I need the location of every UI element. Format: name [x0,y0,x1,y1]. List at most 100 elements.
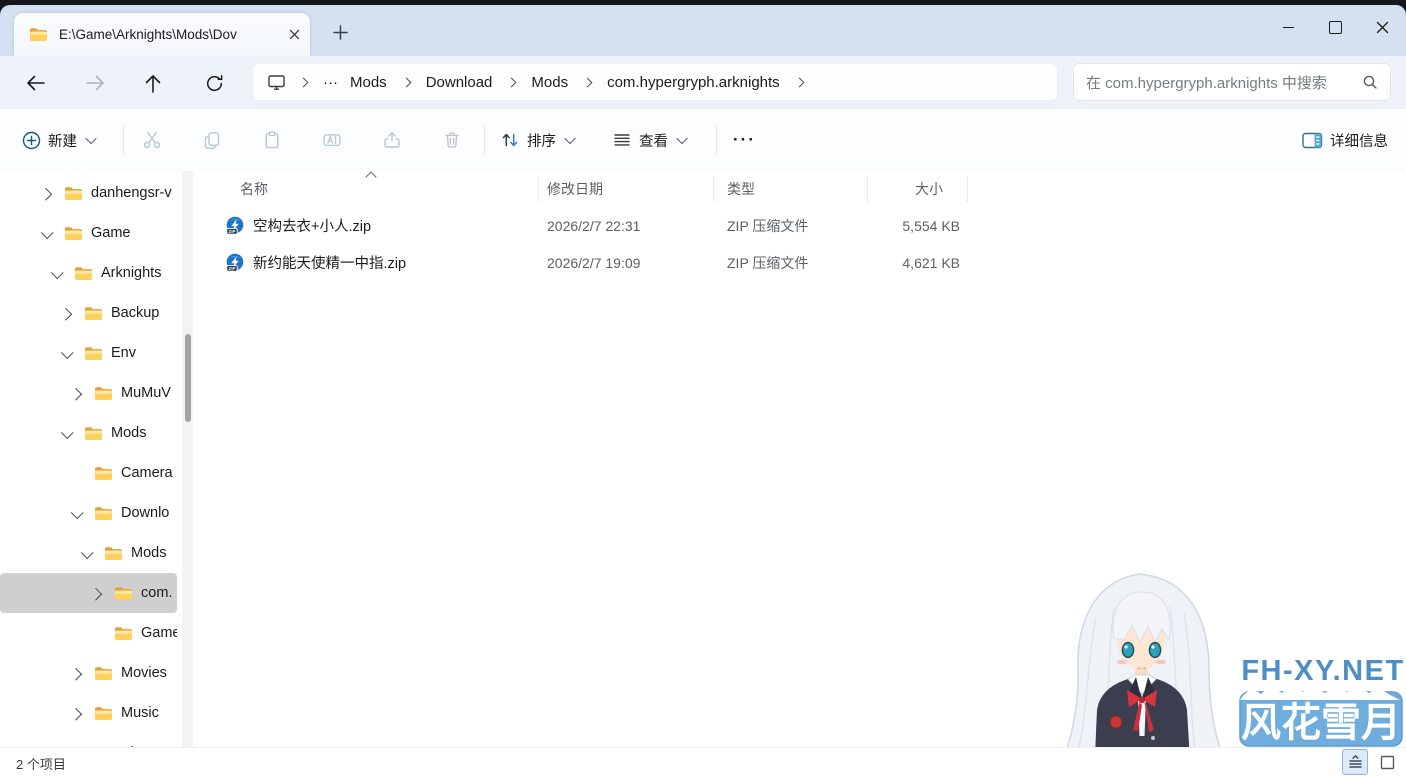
more-options-button[interactable]: ··· [733,109,756,171]
delete-button[interactable] [442,130,462,150]
sidebar-item-label: Movies [121,665,167,681]
svg-text:ZIP: ZIP [228,266,235,271]
details-pane-button[interactable]: 详细信息 [1302,109,1388,171]
sidebar-item-arknights[interactable]: Arknights [0,253,177,293]
chevron-down-icon[interactable] [78,549,94,558]
details-view-toggle[interactable] [1342,749,1368,775]
sidebar-scrollbar-thumb[interactable] [185,334,191,422]
search-input[interactable]: 在 com.hypergryph.arknights 中搜索 [1086,72,1362,93]
search-box[interactable]: 在 com.hypergryph.arknights 中搜索 [1073,63,1391,101]
breadcrumb-separator-icon [299,77,309,87]
view-toggles [1342,749,1400,775]
folder-icon [64,186,83,201]
breadcrumb-item[interactable]: ··· [317,71,344,94]
sidebar-scrollbar[interactable] [182,171,193,747]
minimize-button[interactable] [1265,5,1312,50]
table-row[interactable]: ZIP新约能天使精一中指.zip2026/2/7 19:09ZIP 压缩文件4,… [195,244,1406,281]
chevron-right-icon[interactable] [68,389,84,398]
copy-button[interactable] [202,130,222,150]
new-tab-button[interactable] [326,18,354,46]
chevron-down-icon[interactable] [58,429,74,438]
file-name: 新约能天使精一中指.zip [253,252,406,273]
share-button[interactable] [382,130,402,150]
navigation-pane: danhengsr-vGameArknightsBackupEnvMuMuVMo… [0,171,195,747]
back-button[interactable] [21,69,49,97]
chevron-right-icon[interactable] [68,669,84,678]
new-button-label: 新建 [48,130,77,151]
explorer-tab[interactable]: E:\Game\Arknights\Mods\Dov [14,13,310,56]
more-icon: ··· [733,130,756,150]
sidebar-item-mumuv[interactable]: MuMuV [0,373,177,413]
paste-button[interactable] [262,130,282,150]
chevron-right-icon[interactable] [58,309,74,318]
icons-view-toggle[interactable] [1374,749,1400,775]
table-row[interactable]: ZIP空构去衣+小人.zip2026/2/7 22:31ZIP 压缩文件5,55… [195,207,1406,244]
close-button[interactable] [1359,5,1406,50]
toolbar-divider [484,125,485,155]
up-button[interactable] [139,69,167,97]
sidebar-item-game[interactable]: Game [0,613,177,653]
new-button[interactable]: 新建 [22,109,95,171]
breadcrumb-item[interactable]: Mods [344,71,393,94]
zip-file-icon: ZIP [225,253,245,273]
sidebar-item-mods[interactable]: Mods [0,413,177,453]
sidebar-item-label: Downlo [121,505,169,521]
file-modified-cell: 2026/2/7 22:31 [538,207,713,244]
chevron-down-icon[interactable] [68,509,84,518]
file-type-cell: ZIP 压缩文件 [713,244,867,281]
sidebar-item-movies[interactable]: Movies [0,653,177,693]
column-header-2[interactable]: 类型 [713,171,867,207]
view-icon [612,131,632,149]
column-header-row: 名称 修改日期类型 大小 [195,171,1406,207]
breadcrumb-item[interactable]: Download [420,71,499,94]
address-bar[interactable]: ···ModsDownloadModscom.hypergryph.arknig… [252,63,1058,101]
rename-button[interactable] [322,130,342,150]
cut-button[interactable] [142,130,162,150]
folder-icon [114,586,133,601]
breadcrumb-separator-icon [583,77,593,87]
this-pc-icon[interactable] [267,74,286,91]
folder-icon [29,27,48,42]
sidebar-item-music[interactable]: Music [0,693,177,733]
file-list: ZIP空构去衣+小人.zip2026/2/7 22:31ZIP 压缩文件5,55… [195,207,1406,281]
chevron-right-icon[interactable] [88,589,104,598]
sidebar-item-label: Arknights [101,265,161,281]
folder-icon [84,306,103,321]
sidebar-item-downlo[interactable]: Downlo [0,493,177,533]
chevron-down-icon[interactable] [58,349,74,358]
folder-icon [84,346,103,361]
refresh-button[interactable] [200,69,228,97]
column-header-label: 大小 [915,179,943,199]
breadcrumb-item[interactable]: Mods [525,71,574,94]
file-explorer-window: E:\Game\Arknights\Mods\Dov [0,5,1406,778]
sidebar-item-camera[interactable]: Camera [0,453,177,493]
sidebar-item-game[interactable]: Game [0,213,177,253]
sidebar-item-env[interactable]: Env [0,333,177,373]
sidebar-item-backup[interactable]: Backup [0,293,177,333]
search-icon[interactable] [1362,74,1378,90]
sidebar-item-com[interactable]: com. [0,573,177,613]
sort-button[interactable]: 排序 [500,109,574,171]
sidebar-item-mods[interactable]: Mods [0,533,177,573]
breadcrumb-item[interactable]: com.hypergryph.arknights [601,71,786,94]
chevron-down-icon[interactable] [48,269,64,278]
sidebar-item-pict[interactable]: Pict [0,733,177,747]
column-header-label: 名称 [240,179,268,199]
command-toolbar: 新建 排序 [0,108,1406,171]
sidebar-item-label: Backup [111,305,159,321]
tab-strip: E:\Game\Arknights\Mods\Dov [0,5,1406,56]
chevron-right-icon[interactable] [38,189,54,198]
chevron-down-icon [85,133,96,144]
sort-button-label: 排序 [527,130,556,151]
tab-close-icon[interactable] [289,29,300,40]
sidebar-item-danhengsrv[interactable]: danhengsr-v [0,173,177,213]
column-header-0[interactable]: 名称 [195,171,538,207]
forward-button[interactable] [81,69,109,97]
folder-icon [94,386,113,401]
column-header-3[interactable]: 大小 [867,171,967,207]
chevron-right-icon[interactable] [68,709,84,718]
column-header-1[interactable]: 修改日期 [538,171,713,207]
maximize-button[interactable] [1312,5,1359,50]
chevron-down-icon[interactable] [38,229,54,238]
view-button[interactable]: 查看 [612,109,686,171]
